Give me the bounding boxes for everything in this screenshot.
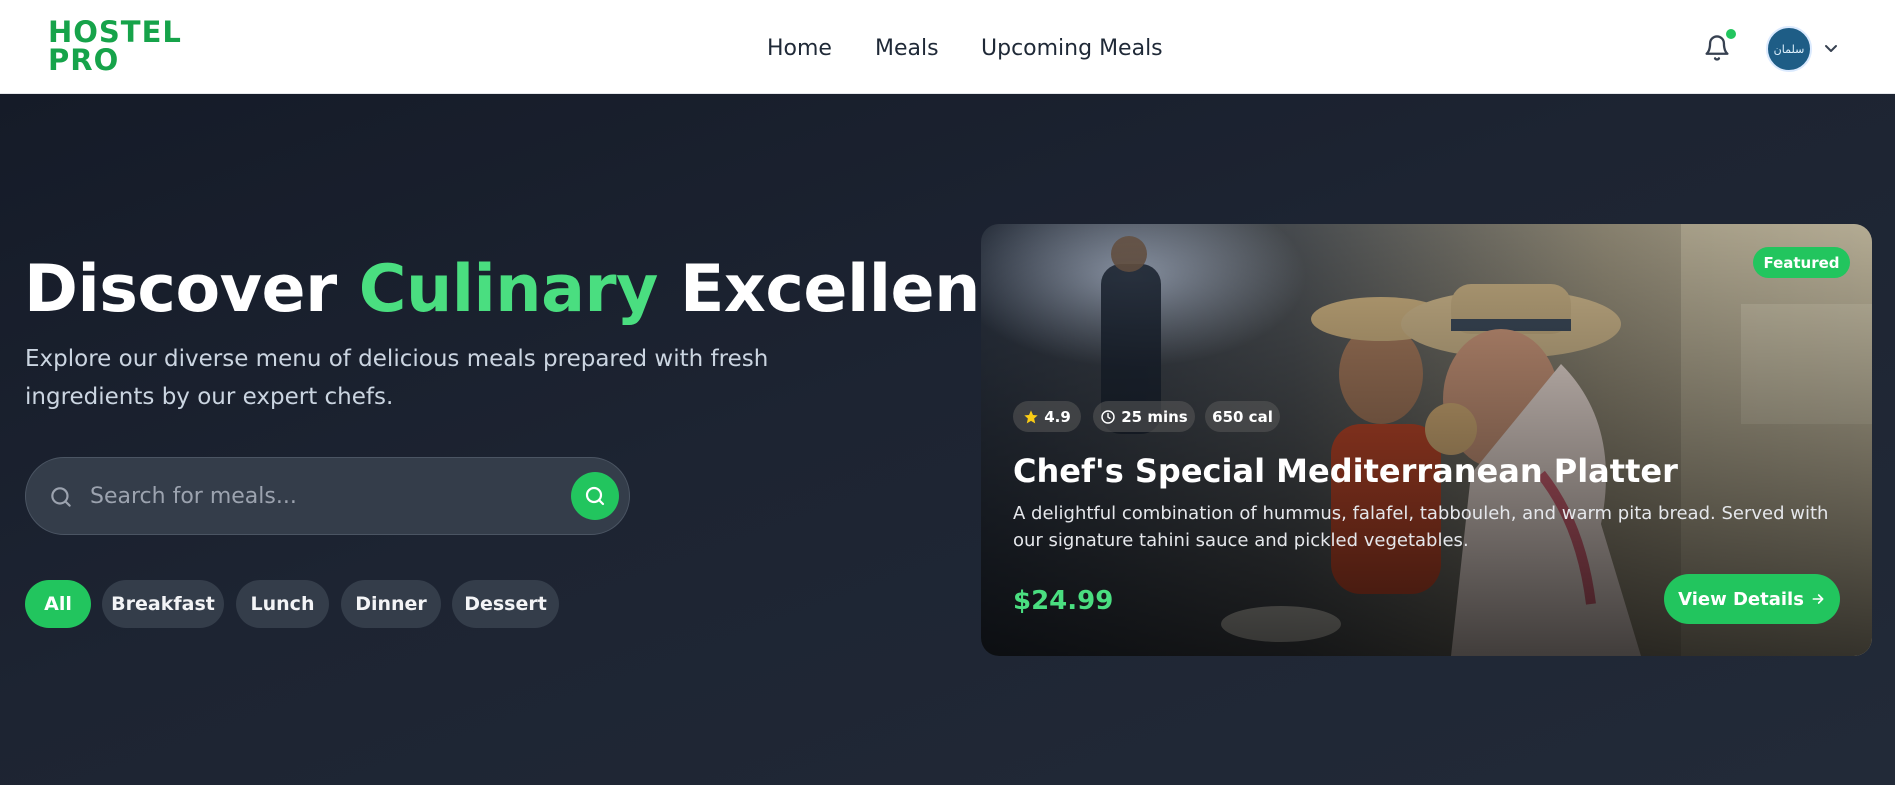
user-avatar[interactable]: سلمان bbox=[1766, 26, 1812, 72]
search-input[interactable] bbox=[90, 476, 530, 516]
notification-dot bbox=[1726, 29, 1736, 39]
featured-meal-description: A delightful combination of hummus, fala… bbox=[1013, 503, 1829, 551]
view-details-button[interactable]: View Details bbox=[1664, 574, 1840, 624]
hero-headline: Discover Culinary Excellence bbox=[24, 252, 1062, 327]
view-details-label: View Details bbox=[1678, 588, 1804, 610]
search-icon bbox=[48, 484, 74, 510]
featured-meal-price: $24.99 bbox=[1013, 586, 1114, 616]
star-icon bbox=[1024, 409, 1038, 423]
search-submit-button[interactable] bbox=[571, 472, 619, 520]
main-nav: Home Meals Upcoming Meals bbox=[0, 36, 1895, 62]
top-navbar: HOSTEL PRO Home Meals Upcoming Meals سلم… bbox=[0, 0, 1895, 94]
category-chip-dessert[interactable]: Dessert bbox=[452, 580, 559, 628]
headline-part1: Discover bbox=[24, 252, 337, 327]
category-chip-dinner[interactable]: Dinner bbox=[341, 580, 441, 628]
calories-value: 650 cal bbox=[1212, 407, 1273, 426]
arrow-right-icon bbox=[1812, 594, 1824, 604]
featured-meal-card[interactable]: Featured 4.9 25 mins 650 cal Chef's Spec… bbox=[981, 224, 1872, 656]
hero-subtext: Explore our diverse menu of delicious me… bbox=[25, 346, 769, 410]
rating-stat: 4.9 bbox=[1013, 401, 1081, 432]
nav-link-meals[interactable]: Meals bbox=[875, 36, 939, 61]
meal-search-bar bbox=[25, 457, 630, 535]
nav-link-home[interactable]: Home bbox=[767, 36, 832, 61]
avatar-text: سلمان bbox=[1773, 42, 1805, 56]
chevron-down-icon[interactable] bbox=[1823, 40, 1839, 56]
calories-stat: 650 cal bbox=[1205, 401, 1280, 432]
category-chip-lunch[interactable]: Lunch bbox=[236, 580, 329, 628]
featured-meal-title: Chef's Special Mediterranean Platter bbox=[1013, 452, 1678, 490]
search-icon bbox=[585, 486, 605, 506]
category-chip-all[interactable]: All bbox=[25, 580, 91, 628]
featured-badge: Featured bbox=[1753, 247, 1850, 278]
clock-icon bbox=[1101, 409, 1115, 424]
nav-link-upcoming-meals[interactable]: Upcoming Meals bbox=[981, 36, 1163, 61]
rating-value: 4.9 bbox=[1044, 407, 1071, 426]
headline-accent: Culinary bbox=[358, 252, 659, 327]
time-stat: 25 mins bbox=[1093, 401, 1195, 432]
category-chip-breakfast[interactable]: Breakfast bbox=[102, 580, 224, 628]
time-value: 25 mins bbox=[1121, 407, 1188, 426]
